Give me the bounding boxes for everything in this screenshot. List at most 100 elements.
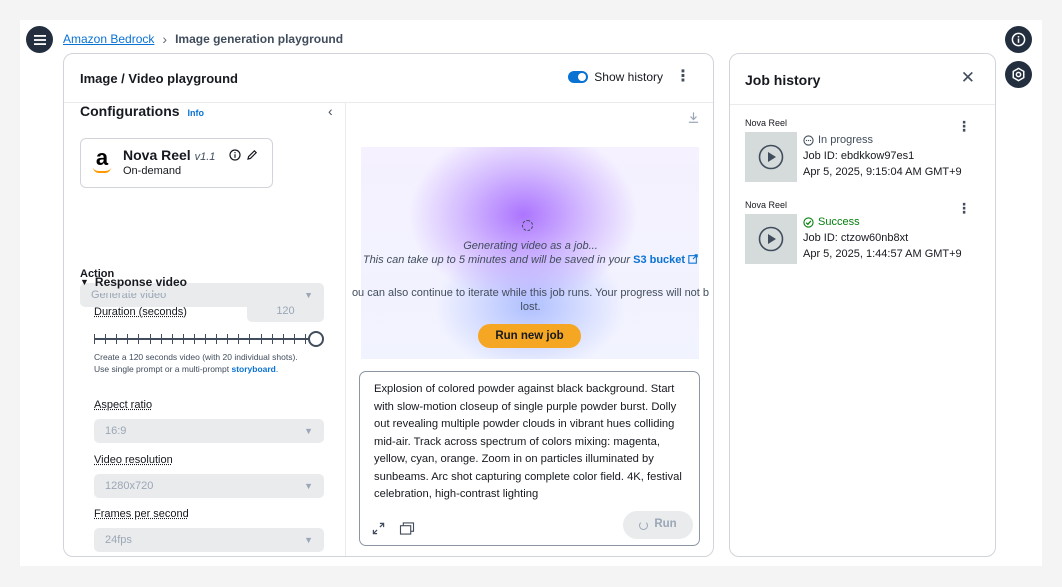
action-select-value: Generate video: [91, 289, 167, 301]
job-status: In progress: [803, 132, 962, 148]
external-link-icon: [688, 254, 698, 264]
slider-tick: [260, 334, 262, 344]
slider-tick: [205, 334, 206, 344]
aspect-ratio-value: 16:9: [105, 425, 127, 437]
amazon-logo-icon: a: [91, 147, 113, 179]
video-resolution-label: Video resolution: [94, 454, 173, 466]
video-resolution-value: 1280x720: [105, 480, 154, 492]
edit-pencil-icon[interactable]: [246, 149, 258, 161]
duration-slider[interactable]: [94, 331, 324, 347]
video-resolution-select[interactable]: 1280x720 ▼: [94, 474, 324, 498]
breadcrumb: Amazon Bedrock › Image generation playgr…: [63, 32, 343, 46]
s3-bucket-link[interactable]: S3 bucket: [633, 254, 698, 266]
duration-input[interactable]: 120: [247, 300, 324, 322]
prompt-text: Explosion of colored powder against blac…: [374, 383, 682, 500]
slider-tick: [127, 334, 129, 344]
slider-tick: [282, 334, 284, 344]
job-history-title: Job history: [745, 72, 821, 88]
aspect-ratio-select[interactable]: 16:9 ▼: [94, 419, 324, 443]
caret-down-icon: ▼: [80, 277, 89, 287]
model-throughput: On-demand: [123, 165, 182, 177]
more-options-icon[interactable]: ⋮: [675, 69, 691, 85]
run-button[interactable]: Run: [623, 511, 693, 539]
play-icon: [758, 144, 784, 170]
chevron-left-icon[interactable]: ‹: [328, 103, 333, 119]
job-date: Apr 5, 2025, 1:44:57 AM GMT+9: [803, 248, 962, 260]
job-status-text: In progress: [818, 134, 874, 146]
response-video-section-toggle[interactable]: ▼ Response video: [80, 275, 187, 289]
job-info: In progress Job ID: ebdkkow97es1 Apr 5, …: [803, 132, 962, 180]
job-history-panel: Job history ✕ Nova Reel ⋮ In progress Jo…: [729, 53, 996, 557]
settings-panel-button[interactable]: [1005, 61, 1032, 88]
model-version: v1.1: [194, 151, 216, 163]
job-item[interactable]: Nova Reel ⋮ In progress Job ID: ebdkkow9…: [745, 118, 985, 188]
prompt-textarea[interactable]: Explosion of colored powder against blac…: [359, 371, 700, 546]
info-icon[interactable]: [229, 149, 241, 161]
play-icon: [758, 226, 784, 252]
breadcrumb-link-bedrock[interactable]: Amazon Bedrock: [63, 32, 154, 46]
configurations-heading: Configurations Info: [80, 103, 204, 121]
slider-tick: [238, 334, 240, 344]
image-gallery-icon[interactable]: [399, 522, 415, 535]
job-status-text: Success: [818, 216, 860, 228]
job-item[interactable]: Nova Reel ⋮ Success Job ID: ctzow60nb8xt…: [745, 200, 985, 270]
info-link[interactable]: Info: [188, 108, 205, 118]
duration-label: Duration (seconds): [94, 306, 187, 318]
success-check-icon: [803, 216, 814, 228]
iterate-text-end: lost.: [520, 301, 541, 313]
slider-tick: [116, 334, 118, 344]
s3-bucket-link-label: S3 bucket: [633, 254, 686, 266]
slider-tick: [171, 334, 173, 344]
wait-text: This can take up to 5 minutes and will b…: [347, 254, 713, 266]
expand-icon[interactable]: [372, 522, 385, 535]
slider-thumb[interactable]: [308, 331, 324, 347]
info-icon: [1011, 32, 1026, 47]
model-name-line: Nova Reel v1.1: [123, 147, 215, 165]
job-history-header: Job history ✕: [730, 54, 995, 105]
loading-spinner-icon: [639, 520, 649, 530]
job-status: Success: [803, 214, 962, 230]
breadcrumb-current: Image generation playground: [175, 32, 344, 46]
slider-tick: [304, 334, 306, 344]
slider-tick: [193, 334, 195, 344]
slider-tick: [138, 334, 140, 344]
model-card[interactable]: a Nova Reel v1.1 On-demand: [80, 138, 273, 188]
slider-tick: [271, 334, 273, 344]
show-history-label: Show history: [594, 70, 663, 84]
preview-panel: Generating video as a job... This can ta…: [347, 103, 713, 556]
run-new-job-button[interactable]: Run new job: [478, 324, 581, 348]
slider-tick: [227, 334, 229, 344]
slider-tick: [216, 334, 218, 344]
section-divider: [94, 292, 324, 293]
chevron-right-icon: ›: [162, 31, 168, 47]
prompt-tools: [372, 522, 415, 535]
job-model: Nova Reel: [745, 118, 788, 128]
show-history-toggle[interactable]: [568, 71, 589, 83]
slider-tick: [105, 334, 107, 344]
model-name: Nova Reel: [123, 147, 191, 163]
playground-header: Image / Video playground Show history ⋮: [64, 54, 713, 103]
menu-button[interactable]: [26, 26, 53, 53]
storyboard-link[interactable]: storyboard: [231, 364, 275, 374]
fps-label: Frames per second: [94, 508, 189, 520]
fps-select[interactable]: 24fps ▼: [94, 528, 324, 552]
slider-tick: [94, 334, 95, 344]
close-icon[interactable]: ✕: [961, 69, 975, 86]
slider-tick: [249, 334, 251, 344]
gear-hex-icon: [1012, 67, 1025, 82]
response-video-heading: Response video: [94, 275, 187, 289]
download-icon[interactable]: [687, 111, 700, 127]
info-panel-button[interactable]: [1005, 26, 1032, 53]
playground-panel: Image / Video playground Show history ⋮ …: [63, 53, 714, 557]
job-info: Success Job ID: ctzow60nb8xt Apr 5, 2025…: [803, 214, 962, 262]
helper-suffix: .: [275, 364, 279, 374]
duration-helper-text: Create a 120 seconds video (with 20 indi…: [94, 351, 304, 375]
caret-down-icon: ▼: [304, 535, 313, 545]
video-thumbnail[interactable]: [745, 132, 797, 182]
show-history-toggle-group: Show history: [568, 70, 663, 84]
generating-text: Generating video as a job...: [463, 240, 598, 252]
in-progress-icon: [803, 134, 814, 146]
slider-tick: [182, 334, 184, 344]
video-thumbnail[interactable]: [745, 214, 797, 264]
aspect-ratio-label: Aspect ratio: [94, 399, 153, 411]
